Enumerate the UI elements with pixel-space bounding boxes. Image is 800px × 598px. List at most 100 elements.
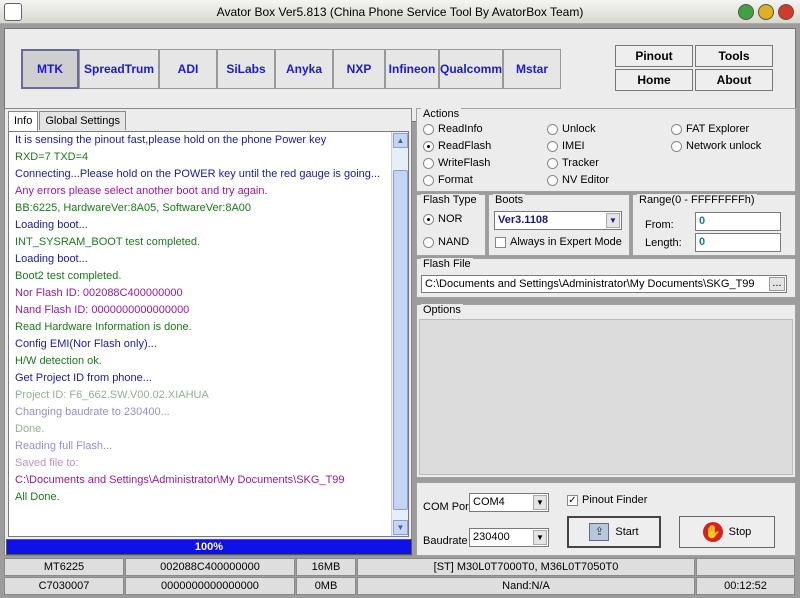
log-line: Reading full Flash...	[15, 440, 113, 452]
log-line: All Done.	[15, 491, 60, 503]
platform-mstar-button[interactable]: Mstar	[503, 49, 561, 89]
stop-icon: ✋	[702, 522, 723, 542]
range-group: Range(0 - FFFFFFFFh) From: 0 Length: 0	[632, 194, 796, 256]
baudrate-select[interactable]: 230400 ▼	[469, 528, 549, 547]
range-label: Range(0 - FFFFFFFFh)	[637, 194, 757, 206]
log-line: INT_SYSRAM_BOOT test completed.	[15, 236, 201, 248]
status-row-2: C7030007 0000000000000000 0MB Nand:N/A 0…	[4, 577, 796, 595]
log-line: Nand Flash ID: 0000000000000000	[15, 304, 190, 316]
action-tracker-radio[interactable]: Tracker	[547, 156, 599, 170]
platform-infineon-button[interactable]: Infineon	[385, 49, 439, 89]
scroll-up-icon[interactable]: ▲	[393, 133, 408, 148]
home-button[interactable]: Home	[615, 69, 693, 91]
flash-file-group: Flash File C:\Documents and Settings\Adm…	[416, 258, 796, 298]
range-from-label: From:	[645, 219, 674, 231]
options-group: Options	[416, 304, 796, 478]
status-cpu: MT6225	[4, 558, 124, 576]
maximize-icon[interactable]	[758, 4, 774, 20]
status-nand-flash-id: 0000000000000000	[125, 577, 295, 595]
status-nand-model: Nand:N/A	[357, 577, 695, 595]
range-length-label: Length:	[645, 237, 682, 249]
platform-nxp-button[interactable]: NXP	[333, 49, 385, 89]
log-line: Project ID: F6_662.SW.V00.02.XIAHUA	[15, 389, 209, 401]
action-format-radio[interactable]: Format	[423, 173, 473, 187]
options-label: Options	[421, 304, 463, 316]
log-line: Read Hardware Information is done.	[15, 321, 192, 333]
chevron-down-icon[interactable]: ▼	[606, 213, 620, 228]
close-icon[interactable]	[778, 4, 794, 20]
log-line: Saved file to:	[15, 457, 79, 469]
status-nand-size: 0MB	[296, 577, 356, 595]
action-imei-radio[interactable]: IMEI	[547, 139, 585, 153]
action-readflash-radio[interactable]: ReadFlash	[423, 139, 491, 153]
baudrate-label: Baudrate	[423, 535, 468, 547]
platform-spreadtrum-button[interactable]: SpreadTrum	[79, 49, 159, 89]
chevron-down-icon[interactable]: ▼	[533, 530, 547, 545]
progress-bar: 100%	[6, 539, 412, 555]
status-nor-size: 16MB	[296, 558, 356, 576]
browse-button[interactable]: ...	[769, 277, 785, 291]
main-window: MTK SpreadTrum ADI SiLabs Anyka NXP Infi…	[0, 24, 800, 598]
flash-type-label: Flash Type	[421, 194, 479, 206]
flash-file-path-input[interactable]: C:\Documents and Settings\Administrator\…	[421, 275, 787, 293]
action-readinfo-radio[interactable]: ReadInfo	[423, 122, 483, 136]
platform-mtk-button[interactable]: MTK	[21, 49, 79, 89]
flash-type-nand-radio[interactable]: NAND	[423, 235, 469, 249]
pinout-finder-checkbox[interactable]: ✓ Pinout Finder	[567, 493, 647, 507]
actions-label: Actions	[421, 108, 462, 120]
boots-select[interactable]: Ver3.1108 ▼	[494, 211, 622, 230]
options-area	[419, 319, 793, 475]
log-line: Config EMI(Nor Flash only)...	[15, 338, 157, 350]
minimize-icon[interactable]	[738, 4, 754, 20]
platform-adi-button[interactable]: ADI	[159, 49, 217, 89]
log-output[interactable]: It is sensing the pinout fast,please hol…	[8, 131, 409, 537]
log-line: Connecting...Please hold on the POWER ke…	[15, 168, 381, 180]
com-port-label: COM Port	[423, 501, 472, 513]
log-line: Loading boot...	[15, 253, 88, 265]
flash-file-label: Flash File	[421, 258, 473, 270]
log-line: Done.	[15, 423, 45, 435]
tools-button[interactable]: Tools	[695, 45, 773, 67]
tab-global-settings[interactable]: Global Settings	[39, 111, 126, 130]
action-fat-explorer-radio[interactable]: FAT Explorer	[671, 122, 749, 136]
flash-type-nor-radio[interactable]: NOR	[423, 212, 462, 226]
always-expert-mode-checkbox[interactable]: Always in Expert Mode	[495, 235, 622, 249]
platform-anyka-button[interactable]: Anyka	[275, 49, 333, 89]
about-button[interactable]: About	[695, 69, 773, 91]
tab-info[interactable]: Info	[8, 111, 39, 132]
com-port-select[interactable]: COM4 ▼	[469, 493, 549, 512]
action-nv-editor-radio[interactable]: NV Editor	[547, 173, 609, 187]
log-line: RXD=7 TXD=4	[15, 151, 89, 163]
boots-label: Boots	[493, 194, 526, 206]
status-timer: 00:12:52	[696, 577, 795, 595]
action-network-unlock-radio[interactable]: Network unlock	[671, 139, 761, 153]
log-line: Any errors please select another boot an…	[15, 185, 268, 197]
stop-button[interactable]: ✋ Stop	[679, 516, 775, 548]
pinout-button[interactable]: Pinout	[615, 45, 693, 67]
checkmark-icon: ✓	[567, 494, 578, 506]
log-line: H/W detection ok.	[15, 355, 102, 367]
actions-group: Actions ReadInfo ReadFlash WriteFlash Fo…	[416, 108, 796, 192]
start-button[interactable]: ⇪ Start	[567, 516, 661, 548]
range-from-input[interactable]: 0	[695, 212, 781, 231]
chevron-down-icon[interactable]: ▼	[533, 495, 547, 510]
status-flash-model: [ST] M30L0T7000T0, M36L0T7050T0	[357, 558, 695, 576]
connection-group: COM Port COM4 ▼ Baudrate 230400 ▼ ✓ Pinout …	[416, 482, 796, 556]
platform-silabs-button[interactable]: SiLabs	[217, 49, 275, 89]
log-scrollbar[interactable]: ▲ ▼	[391, 132, 408, 536]
range-length-input[interactable]: 0	[695, 233, 781, 252]
scroll-thumb[interactable]	[393, 170, 408, 510]
status-chip-id: C7030007	[4, 577, 124, 595]
log-line: It is sensing the pinout fast,please hol…	[15, 134, 327, 146]
action-unlock-radio[interactable]: Unlock	[547, 122, 596, 136]
boots-group: Boots Ver3.1108 ▼ Always in Expert Mode	[488, 194, 630, 256]
log-line: C:\Documents and Settings\Administrator\…	[15, 474, 345, 486]
status-row-1: MT6225 002088C400000000 16MB [ST] M30L0T…	[4, 558, 796, 576]
log-line: Loading boot...	[15, 219, 88, 231]
platform-qualcomm-button[interactable]: Qualcomm	[439, 49, 503, 89]
scroll-down-icon[interactable]: ▼	[393, 520, 408, 535]
flash-type-group: Flash Type NOR NAND	[416, 194, 486, 256]
action-writeflash-radio[interactable]: WriteFlash	[423, 156, 490, 170]
start-icon: ⇪	[589, 523, 610, 541]
log-line: Changing baudrate to 230400...	[15, 406, 170, 418]
